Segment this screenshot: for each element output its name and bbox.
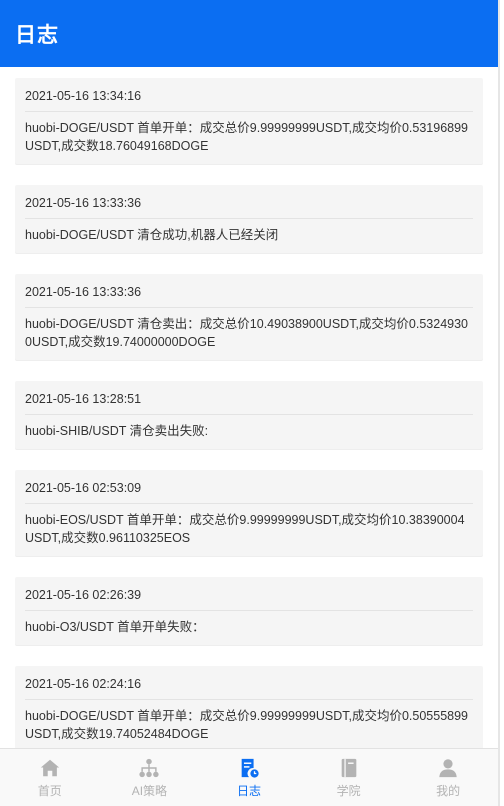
log-timestamp: 2021-05-16 02:26:39 bbox=[25, 577, 473, 611]
log-entry: 2021-05-16 02:24:16 huobi-DOGE/USDT 首单开单… bbox=[15, 666, 483, 749]
log-message: huobi-O3/USDT 首单开单失败： bbox=[25, 620, 205, 634]
tab-log[interactable]: 日志 bbox=[199, 749, 299, 806]
log-message: huobi-DOGE/USDT 清仓卖出：成交总价10.49038900USDT… bbox=[25, 317, 468, 349]
book-icon bbox=[341, 758, 356, 778]
log-message: huobi-DOGE/USDT 清仓成功,机器人已经关闭 bbox=[25, 228, 279, 242]
app-frame: 日志 2021-05-16 13:34:16 huobi-DOGE/USDT 首… bbox=[0, 0, 500, 806]
log-message: huobi-EOS/USDT 首单开单：成交总价9.99999999USDT,成… bbox=[25, 513, 465, 545]
log-message: huobi-DOGE/USDT 首单开单：成交总价9.99999999USDT,… bbox=[25, 121, 468, 153]
tab-academy-label: 学院 bbox=[336, 784, 361, 798]
log-timestamp: 2021-05-16 13:34:16 bbox=[25, 78, 473, 112]
bottom-tab-bar: 首页 AI策略 日志 学院 我的 bbox=[0, 748, 498, 806]
log-timestamp: 2021-05-16 13:33:36 bbox=[25, 274, 473, 308]
log-list[interactable]: 2021-05-16 13:34:16 huobi-DOGE/USDT 首单开单… bbox=[0, 67, 498, 749]
log-document-icon bbox=[241, 758, 259, 778]
tab-log-label: 日志 bbox=[236, 784, 261, 798]
tab-academy[interactable]: 学院 bbox=[299, 749, 399, 806]
tab-ai-strategy-label: AI策略 bbox=[131, 784, 168, 798]
tab-home-label: 首页 bbox=[37, 784, 62, 798]
log-entry: 2021-05-16 13:28:51 huobi-SHIB/USDT 清仓卖出… bbox=[15, 381, 483, 449]
log-timestamp: 2021-05-16 02:24:16 bbox=[25, 666, 473, 700]
log-entry: 2021-05-16 13:33:36 huobi-DOGE/USDT 清仓卖出… bbox=[15, 274, 483, 360]
log-message: huobi-SHIB/USDT 清仓卖出失败: bbox=[25, 424, 209, 438]
log-timestamp: 2021-05-16 13:28:51 bbox=[25, 381, 473, 415]
log-message: huobi-DOGE/USDT 首单开单：成交总价9.99999999USDT,… bbox=[25, 709, 468, 741]
hierarchy-icon bbox=[139, 758, 160, 778]
tab-mine[interactable]: 我的 bbox=[398, 749, 498, 806]
tab-home[interactable]: 首页 bbox=[0, 749, 100, 806]
log-timestamp: 2021-05-16 13:33:36 bbox=[25, 185, 473, 219]
home-icon bbox=[40, 759, 59, 777]
log-entry: 2021-05-16 02:26:39 huobi-O3/USDT 首单开单失败… bbox=[15, 577, 483, 645]
log-entry: 2021-05-16 13:33:36 huobi-DOGE/USDT 清仓成功… bbox=[15, 185, 483, 253]
log-entry: 2021-05-16 13:34:16 huobi-DOGE/USDT 首单开单… bbox=[15, 78, 483, 164]
user-icon bbox=[439, 759, 457, 778]
tab-ai-strategy[interactable]: AI策略 bbox=[100, 749, 200, 806]
log-timestamp: 2021-05-16 02:53:09 bbox=[25, 470, 473, 504]
log-entry: 2021-05-16 02:53:09 huobi-EOS/USDT 首单开单：… bbox=[15, 470, 483, 556]
page-title: 日志 bbox=[15, 23, 59, 47]
tab-mine-label: 我的 bbox=[436, 784, 461, 798]
page-header: 日志 bbox=[0, 0, 498, 67]
